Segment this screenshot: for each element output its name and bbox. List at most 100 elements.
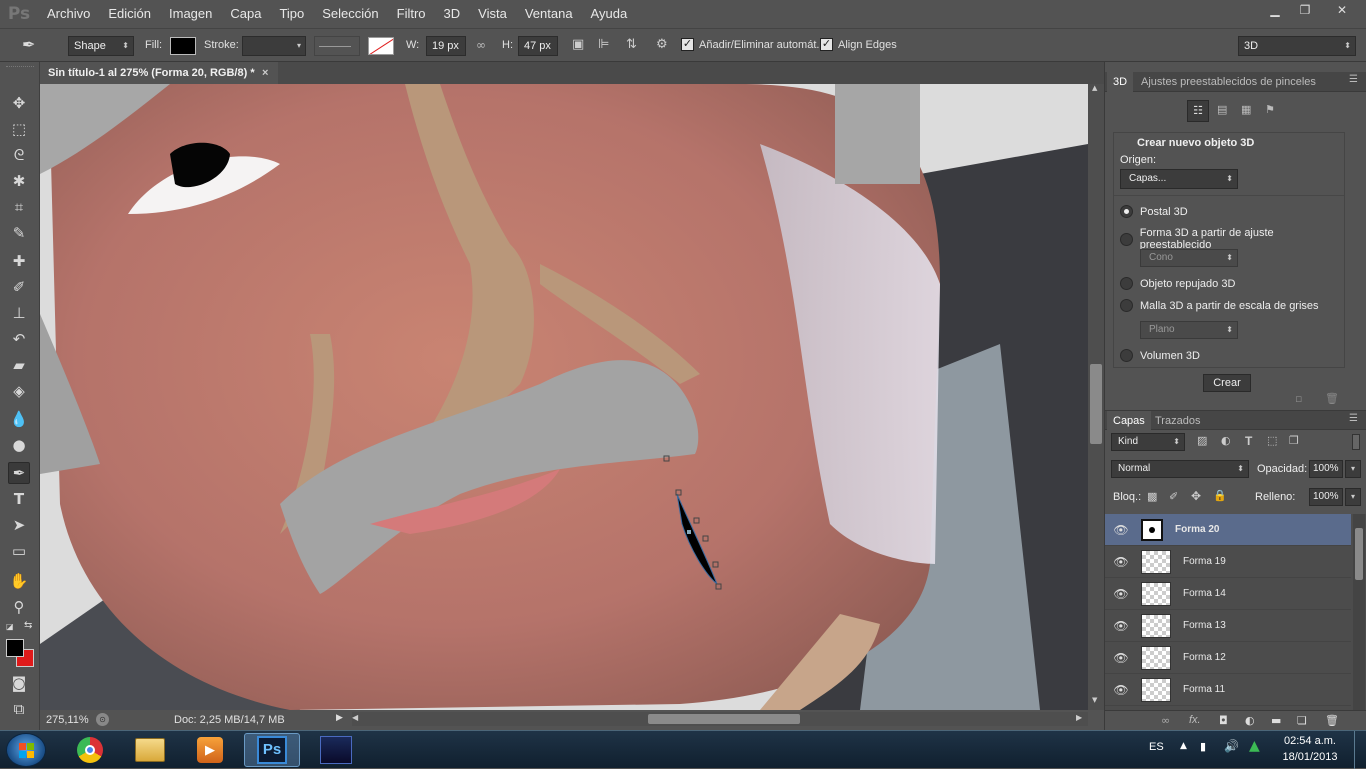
menu-seleccion[interactable]: Selección (313, 0, 387, 28)
explorer-taskbar-button[interactable] (122, 733, 178, 767)
visibility-eye-icon[interactable]: 👁 (1105, 555, 1137, 569)
lock-transparency-icon[interactable]: ▩ (1147, 490, 1157, 503)
menu-capa[interactable]: Capa (221, 0, 270, 28)
direction-handle[interactable] (687, 530, 691, 534)
layer-row[interactable]: 👁 Forma 13 (1105, 610, 1351, 642)
path-operations-icon[interactable]: ▣ (572, 37, 584, 52)
menu-ayuda[interactable]: Ayuda (582, 0, 637, 28)
width-input[interactable]: 19 px (426, 36, 466, 56)
brush-tool-icon[interactable]: ✐ (8, 276, 30, 298)
scroll-down-icon[interactable]: ▼ (1092, 696, 1097, 704)
menu-imagen[interactable]: Imagen (160, 0, 221, 28)
blend-mode-dropdown[interactable]: Normal ⬍ (1111, 460, 1249, 478)
menu-edicion[interactable]: Edición (99, 0, 160, 28)
start-button[interactable] (6, 733, 46, 767)
stroke-type-dropdown[interactable] (314, 36, 360, 56)
document-canvas[interactable] (40, 84, 1088, 710)
layers-panel-menu-icon[interactable]: ☰ (1349, 413, 1358, 424)
visibility-eye-icon[interactable]: 👁 (1105, 619, 1137, 633)
pen-tool-icon[interactable]: ✒ (22, 35, 35, 54)
delete-3d-icon[interactable]: 🗑 (1325, 392, 1339, 405)
media-player-taskbar-button[interactable]: ▶ (182, 733, 238, 767)
tab-3d[interactable]: 3D (1107, 72, 1134, 92)
menu-vista[interactable]: Vista (469, 0, 516, 28)
scroll-left-icon[interactable]: ◀ (352, 713, 358, 722)
lock-all-icon[interactable]: 🔒 (1213, 489, 1227, 502)
layers-scroll-thumb[interactable] (1355, 528, 1363, 580)
crop-tool-icon[interactable]: ⌗ (8, 196, 30, 218)
app-taskbar-button[interactable] (308, 733, 364, 767)
light-filter-icon[interactable]: ⚑ (1265, 103, 1275, 116)
toolbar-grip[interactable] (6, 66, 34, 69)
path-arrangement-icon[interactable]: ⇅ (626, 37, 637, 52)
layers-scrollbar[interactable] (1353, 514, 1365, 710)
filter-type-icon[interactable]: T (1245, 434, 1252, 448)
radio-grayscale-mesh[interactable] (1120, 299, 1133, 312)
tool-mode-dropdown[interactable]: Shape ⬍ (68, 36, 134, 56)
align-edges-checkbox[interactable]: ✓ (820, 38, 833, 51)
vertical-scrollbar[interactable]: ▲ ▼ (1088, 84, 1104, 710)
tab-layers[interactable]: Capas (1107, 411, 1151, 431)
filter-smart-object-icon[interactable]: ❐ (1289, 434, 1299, 447)
material-filter-icon[interactable]: ▦ (1241, 103, 1251, 116)
pen-tool-icon[interactable]: ✒ (8, 462, 30, 484)
layer-style-icon[interactable]: fx. (1189, 714, 1201, 726)
minimize-button[interactable]: ▁ (1260, 0, 1290, 20)
stroke-swatch[interactable] (368, 37, 394, 55)
history-brush-tool-icon[interactable]: ↶ (8, 328, 30, 350)
auto-add-delete-checkbox[interactable]: ✓ (681, 38, 694, 51)
menu-3d[interactable]: 3D (435, 0, 470, 28)
link-layers-icon[interactable]: ∞ (1161, 714, 1170, 727)
mesh-filter-icon[interactable]: ▤ (1217, 103, 1227, 116)
filter-toggle[interactable] (1352, 434, 1360, 450)
adjustment-layer-icon[interactable]: ◐ (1245, 714, 1255, 727)
menu-filtro[interactable]: Filtro (388, 0, 435, 28)
option-extrusion[interactable]: Objeto repujado 3D (1120, 277, 1235, 290)
delete-layer-icon[interactable]: 🗑 (1325, 714, 1339, 727)
menu-ventana[interactable]: Ventana (516, 0, 582, 28)
path-alignment-icon[interactable]: ⊫ (598, 37, 609, 52)
link-dimensions-icon[interactable]: ∞ (476, 38, 486, 52)
menu-archivo[interactable]: Archivo (38, 0, 99, 28)
new-3d-icon[interactable]: ▫ (1295, 392, 1302, 405)
restore-button[interactable]: ❐ (1290, 0, 1320, 20)
screen-mode-icon[interactable]: ⧉ (8, 698, 30, 720)
quick-mask-icon[interactable]: ◙ (8, 672, 30, 694)
visibility-eye-icon[interactable]: 👁 (1105, 651, 1137, 665)
radio-preset-shape[interactable] (1120, 232, 1133, 246)
stroke-width-dropdown[interactable]: ▾ (242, 36, 306, 56)
magic-wand-tool-icon[interactable]: ✱ (8, 170, 30, 192)
hand-tool-icon[interactable]: ✋ (8, 570, 30, 592)
dodge-tool-icon[interactable]: ● (8, 434, 30, 456)
create-button[interactable]: Crear (1203, 374, 1251, 392)
close-tab-icon[interactable]: × (262, 62, 268, 84)
filter-adjustment-icon[interactable]: ◐ (1221, 434, 1231, 447)
clock-time[interactable]: 02:54 a.m. (1280, 735, 1340, 747)
preset-dropdown[interactable]: Cono ⬍ (1140, 249, 1238, 267)
add-mask-icon[interactable]: ◘ (1219, 714, 1228, 727)
foreground-color-swatch[interactable] (6, 639, 24, 657)
chrome-taskbar-button[interactable] (62, 733, 118, 767)
tab-brush-presets[interactable]: Ajustes preestablecidos de pinceles (1135, 72, 1322, 92)
opacity-input[interactable]: 100% (1309, 460, 1343, 478)
visibility-eye-icon[interactable]: 👁 (1105, 683, 1137, 697)
menu-tipo[interactable]: Tipo (270, 0, 313, 28)
opacity-slider-button[interactable]: ▾ (1345, 460, 1361, 478)
option-grayscale-mesh[interactable]: Malla 3D a partir de escala de grises (1120, 299, 1319, 312)
eyedropper-tool-icon[interactable]: ✎ (8, 222, 30, 244)
new-group-icon[interactable]: ▬ (1271, 714, 1281, 727)
show-hidden-icons-icon[interactable]: ▲ (1180, 741, 1187, 751)
clone-stamp-tool-icon[interactable]: ⊥ (8, 302, 30, 324)
workspace-dropdown[interactable]: 3D ⬍ (1238, 36, 1356, 56)
layer-row[interactable]: 👁 Forma 11 (1105, 674, 1351, 706)
rectangle-tool-icon[interactable]: ▭ (8, 540, 30, 562)
radio-volume[interactable] (1120, 349, 1133, 362)
layer-row[interactable]: 👁 Forma 20 (1105, 514, 1351, 546)
clock-date[interactable]: 18/01/2013 (1280, 751, 1340, 763)
network-icon[interactable]: ▮ (1200, 740, 1206, 753)
visibility-eye-icon[interactable]: 👁 (1105, 523, 1137, 537)
filter-shape-icon[interactable]: ⬚ (1267, 434, 1277, 447)
status-menu-arrow-icon[interactable]: ▶ (336, 713, 343, 723)
volume-icon[interactable]: 🔊 (1224, 739, 1239, 753)
path-selection-tool-icon[interactable]: ➤ (8, 514, 30, 536)
